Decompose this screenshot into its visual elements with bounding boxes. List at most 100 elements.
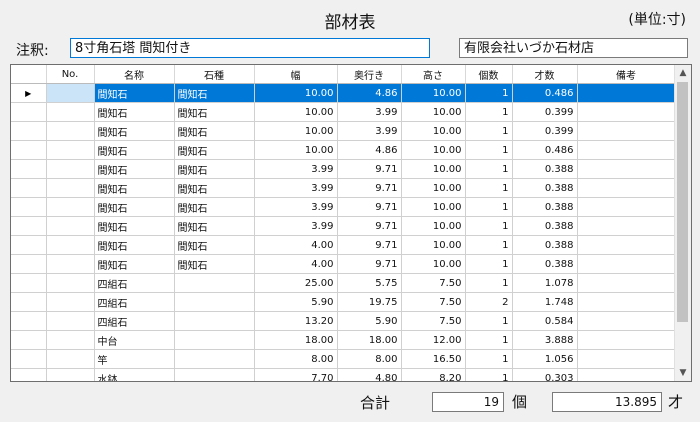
cell-no[interactable] xyxy=(46,330,95,350)
cell-no[interactable] xyxy=(46,102,95,122)
col-header-width[interactable]: 幅 xyxy=(254,65,338,84)
cell-size[interactable]: 0.584 xyxy=(512,311,578,331)
cell-stone-type[interactable]: 間知石 xyxy=(174,178,255,198)
cell-no[interactable] xyxy=(46,83,95,103)
cell-height[interactable]: 7.50 xyxy=(401,311,466,331)
cell-depth[interactable]: 18.00 xyxy=(337,330,402,350)
cell-height[interactable]: 12.00 xyxy=(401,330,466,350)
row-header[interactable] xyxy=(11,330,47,350)
cell-width[interactable]: 13.20 xyxy=(254,311,338,331)
row-header[interactable] xyxy=(11,273,47,293)
col-header-height[interactable]: 高さ xyxy=(401,65,466,84)
cell-count[interactable]: 1 xyxy=(465,178,513,198)
row-header[interactable] xyxy=(11,121,47,141)
cell-no[interactable] xyxy=(46,216,95,236)
row-header[interactable] xyxy=(11,197,47,217)
cell-size[interactable]: 1.748 xyxy=(512,292,578,312)
table-row[interactable]: 四組石 13.20 5.90 7.50 1 0.584 xyxy=(11,311,676,331)
cell-size[interactable]: 1.056 xyxy=(512,349,578,369)
row-header[interactable] xyxy=(11,159,47,179)
cell-name[interactable]: 間知石 xyxy=(94,216,175,236)
cell-size[interactable]: 0.486 xyxy=(512,83,578,103)
row-header[interactable] xyxy=(11,368,47,381)
cell-stone-type[interactable]: 間知石 xyxy=(174,140,255,160)
row-header[interactable]: ▶ xyxy=(11,83,47,103)
cell-no[interactable] xyxy=(46,159,95,179)
cell-name[interactable]: 四組石 xyxy=(94,273,175,293)
cell-width[interactable]: 10.00 xyxy=(254,121,338,141)
cell-height[interactable]: 7.50 xyxy=(401,273,466,293)
cell-remarks[interactable] xyxy=(577,216,676,236)
cell-count[interactable]: 1 xyxy=(465,197,513,217)
cell-count[interactable]: 1 xyxy=(465,140,513,160)
cell-depth[interactable]: 3.99 xyxy=(337,121,402,141)
cell-remarks[interactable] xyxy=(577,349,676,369)
scroll-thumb[interactable] xyxy=(677,82,688,322)
note-input[interactable]: 8寸角石塔 間知付き xyxy=(70,38,430,58)
cell-stone-type[interactable]: 間知石 xyxy=(174,216,255,236)
cell-width[interactable]: 5.90 xyxy=(254,292,338,312)
cell-width[interactable]: 10.00 xyxy=(254,83,338,103)
cell-depth[interactable]: 9.71 xyxy=(337,254,402,274)
cell-stone-type[interactable] xyxy=(174,368,255,381)
cell-remarks[interactable] xyxy=(577,292,676,312)
parts-grid[interactable]: No. 名称 石種 幅 奥行き 高さ 個数 才数 備考 ▶ 間知石 間知石 10.00… xyxy=(10,64,692,382)
cell-no[interactable] xyxy=(46,254,95,274)
cell-size[interactable]: 0.388 xyxy=(512,197,578,217)
table-row[interactable]: ▶ 間知石 間知石 10.00 4.86 10.00 1 0.486 xyxy=(11,83,676,103)
table-row[interactable]: 間知石 間知石 3.99 9.71 10.00 1 0.388 xyxy=(11,178,676,198)
cell-name[interactable]: 間知石 xyxy=(94,235,175,255)
cell-depth[interactable]: 4.86 xyxy=(337,83,402,103)
cell-count[interactable]: 1 xyxy=(465,159,513,179)
cell-width[interactable]: 3.99 xyxy=(254,178,338,198)
row-header[interactable] xyxy=(11,235,47,255)
cell-width[interactable]: 25.00 xyxy=(254,273,338,293)
cell-name[interactable]: 間知石 xyxy=(94,159,175,179)
cell-depth[interactable]: 19.75 xyxy=(337,292,402,312)
cell-depth[interactable]: 5.75 xyxy=(337,273,402,293)
cell-stone-type[interactable]: 間知石 xyxy=(174,197,255,217)
cell-width[interactable]: 7.70 xyxy=(254,368,338,381)
cell-name[interactable]: 四組石 xyxy=(94,311,175,331)
table-row[interactable]: 間知石 間知石 3.99 9.71 10.00 1 0.388 xyxy=(11,159,676,179)
cell-depth[interactable]: 9.71 xyxy=(337,235,402,255)
cell-remarks[interactable] xyxy=(577,235,676,255)
cell-no[interactable] xyxy=(46,121,95,141)
cell-width[interactable]: 4.00 xyxy=(254,235,338,255)
cell-height[interactable]: 10.00 xyxy=(401,254,466,274)
vertical-scrollbar[interactable]: ▲ ▼ xyxy=(674,65,691,381)
cell-remarks[interactable] xyxy=(577,178,676,198)
cell-remarks[interactable] xyxy=(577,273,676,293)
cell-name[interactable]: 間知石 xyxy=(94,102,175,122)
col-header-depth[interactable]: 奥行き xyxy=(337,65,402,84)
cell-stone-type[interactable] xyxy=(174,273,255,293)
cell-stone-type[interactable]: 間知石 xyxy=(174,102,255,122)
cell-remarks[interactable] xyxy=(577,83,676,103)
cell-depth[interactable]: 9.71 xyxy=(337,178,402,198)
cell-size[interactable]: 0.486 xyxy=(512,140,578,160)
cell-depth[interactable]: 9.71 xyxy=(337,216,402,236)
cell-width[interactable]: 3.99 xyxy=(254,197,338,217)
cell-remarks[interactable] xyxy=(577,121,676,141)
cell-depth[interactable]: 3.99 xyxy=(337,102,402,122)
cell-height[interactable]: 10.00 xyxy=(401,178,466,198)
cell-remarks[interactable] xyxy=(577,140,676,160)
row-header[interactable] xyxy=(11,311,47,331)
table-row[interactable]: 間知石 間知石 3.99 9.71 10.00 1 0.388 xyxy=(11,197,676,217)
cell-remarks[interactable] xyxy=(577,311,676,331)
cell-stone-type[interactable] xyxy=(174,311,255,331)
cell-count[interactable]: 1 xyxy=(465,349,513,369)
cell-name[interactable]: 中台 xyxy=(94,330,175,350)
row-header[interactable] xyxy=(11,349,47,369)
table-row[interactable]: 間知石 間知石 4.00 9.71 10.00 1 0.388 xyxy=(11,235,676,255)
cell-height[interactable]: 10.00 xyxy=(401,102,466,122)
cell-height[interactable]: 16.50 xyxy=(401,349,466,369)
col-header-size[interactable]: 才数 xyxy=(512,65,578,84)
cell-depth[interactable]: 8.00 xyxy=(337,349,402,369)
row-header[interactable] xyxy=(11,102,47,122)
cell-no[interactable] xyxy=(46,273,95,293)
cell-count[interactable]: 1 xyxy=(465,273,513,293)
cell-no[interactable] xyxy=(46,368,95,381)
row-header[interactable] xyxy=(11,292,47,312)
cell-depth[interactable]: 4.86 xyxy=(337,140,402,160)
